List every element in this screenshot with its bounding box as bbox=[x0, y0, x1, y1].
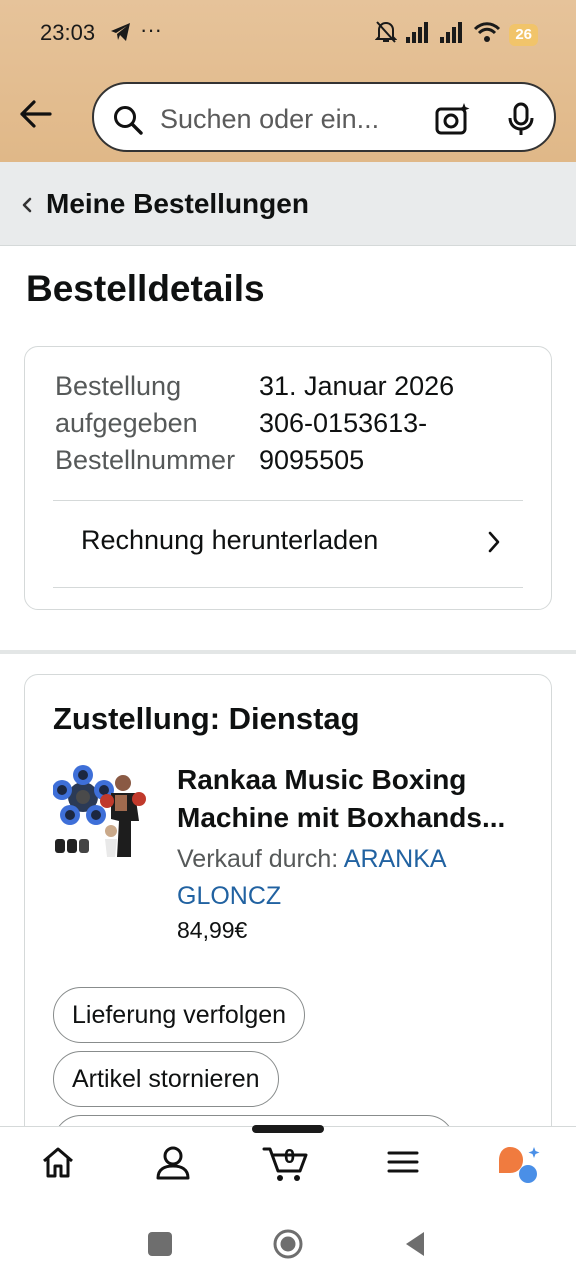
cancel-item-button[interactable]: Artikel stornieren bbox=[53, 1051, 279, 1107]
recent-apps-button[interactable] bbox=[148, 1232, 172, 1256]
order-placed-label-line1: Bestellung bbox=[55, 371, 182, 401]
camera-search-icon[interactable] bbox=[434, 101, 472, 142]
microphone-icon[interactable] bbox=[506, 101, 536, 142]
system-navigation-bar bbox=[0, 1206, 576, 1280]
page-title: Bestelldetails bbox=[26, 268, 265, 309]
signal-2-icon bbox=[439, 21, 465, 48]
status-bar: 23:03 ··· 26 bbox=[0, 0, 576, 66]
assistant-icon[interactable] bbox=[496, 1145, 542, 1190]
track-delivery-button[interactable]: Lieferung verfolgen bbox=[53, 987, 306, 1043]
delivery-status: Zustellung: Dienstag bbox=[53, 701, 360, 736]
battery-level: 26 bbox=[509, 23, 538, 46]
signal-icon bbox=[405, 21, 431, 48]
order-summary-card: Bestellung aufgegeben Bestellnummer 31. … bbox=[24, 346, 552, 610]
wifi-icon bbox=[473, 21, 501, 48]
seller-info: Verkauf durch: ARANKA GLONCZ bbox=[177, 841, 517, 915]
account-icon[interactable] bbox=[154, 1145, 192, 1186]
mute-notifications-icon bbox=[374, 20, 398, 49]
order-placed-label-line2: aufgegeben bbox=[55, 408, 198, 438]
product-price: 84,99€ bbox=[177, 917, 248, 943]
order-number-label: Bestellnummer bbox=[55, 445, 236, 475]
breadcrumb[interactable]: Meine Bestellungen bbox=[0, 162, 576, 246]
chevron-left-icon bbox=[20, 196, 34, 219]
divider bbox=[53, 587, 523, 588]
sold-by-label: Verkauf durch: bbox=[177, 845, 344, 873]
order-placed-value: 31. Januar 2026 bbox=[259, 371, 455, 401]
telegram-icon bbox=[110, 22, 132, 47]
back-arrow-icon[interactable] bbox=[18, 96, 54, 132]
cart-count-badge: 0 bbox=[284, 1146, 296, 1168]
divider bbox=[53, 500, 523, 501]
active-tab-indicator bbox=[252, 1125, 324, 1133]
search-input[interactable]: Suchen oder ein... bbox=[160, 104, 379, 135]
home-button[interactable] bbox=[272, 1228, 304, 1265]
search-bar[interactable]: Suchen oder ein... bbox=[92, 82, 556, 152]
breadcrumb-label[interactable]: Meine Bestellungen bbox=[46, 188, 309, 220]
section-divider bbox=[0, 650, 576, 654]
header: 23:03 ··· 26 Suchen oder ein... bbox=[0, 0, 576, 162]
order-number-value-line2: 9095505 bbox=[259, 445, 365, 475]
status-time: 23:03 bbox=[40, 20, 96, 45]
status-more-indicator: ··· bbox=[140, 17, 162, 42]
product-title[interactable]: Rankaa Music Boxing Machine mit Boxhands… bbox=[177, 761, 537, 837]
order-number-value-line1: 306-0153613- bbox=[259, 408, 428, 438]
home-icon[interactable] bbox=[40, 1145, 76, 1186]
menu-icon[interactable] bbox=[386, 1145, 420, 1184]
search-icon bbox=[112, 104, 144, 141]
back-button[interactable] bbox=[402, 1230, 428, 1263]
download-invoice-link[interactable]: Rechnung herunterladen bbox=[81, 525, 378, 556]
product-image[interactable] bbox=[52, 761, 157, 865]
chevron-right-icon[interactable] bbox=[487, 530, 501, 559]
